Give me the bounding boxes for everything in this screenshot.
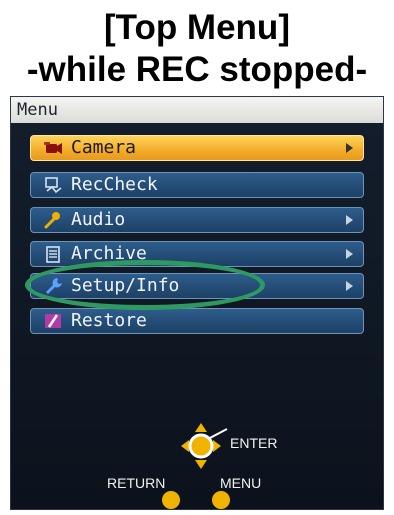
menu-item-audio[interactable]: Audio [30, 207, 364, 233]
menu-item-label: Camera [71, 137, 137, 158]
menu-item-restore[interactable]: Restore [30, 308, 364, 334]
menu-item-label: Audio [71, 209, 126, 230]
menu-item-camera[interactable]: Camera [30, 135, 364, 161]
return-button[interactable] [162, 491, 180, 509]
title-top-menu: [Top Menu] [104, 8, 290, 47]
reccheck-icon [45, 177, 62, 194]
menu-item-label: Restore [71, 310, 147, 331]
setup-info-highlight-oval [25, 260, 265, 310]
menu-item-reccheck[interactable]: RecCheck [30, 172, 364, 198]
submenu-arrow-icon [346, 215, 353, 225]
microphone-icon [44, 212, 60, 229]
return-label: RETURN [107, 475, 166, 491]
submenu-arrow-icon [346, 249, 353, 259]
camera-lcd-screen: Menu Camera RecCheck Audio Archive Setup… [10, 96, 384, 510]
camera-icon [44, 142, 62, 154]
subtitle-rec-stopped: -while REC stopped- [26, 50, 368, 89]
submenu-arrow-icon [346, 143, 353, 153]
joystick-icon[interactable] [161, 419, 231, 477]
menu-item-label: RecCheck [71, 174, 158, 195]
menu-label: MENU [220, 475, 262, 491]
archive-icon [46, 246, 60, 263]
submenu-arrow-icon [346, 281, 353, 291]
menu-title-bar: Menu [11, 97, 383, 123]
menu-button[interactable] [212, 491, 230, 509]
restore-icon [45, 314, 61, 328]
enter-label: ENTER [230, 435, 278, 451]
